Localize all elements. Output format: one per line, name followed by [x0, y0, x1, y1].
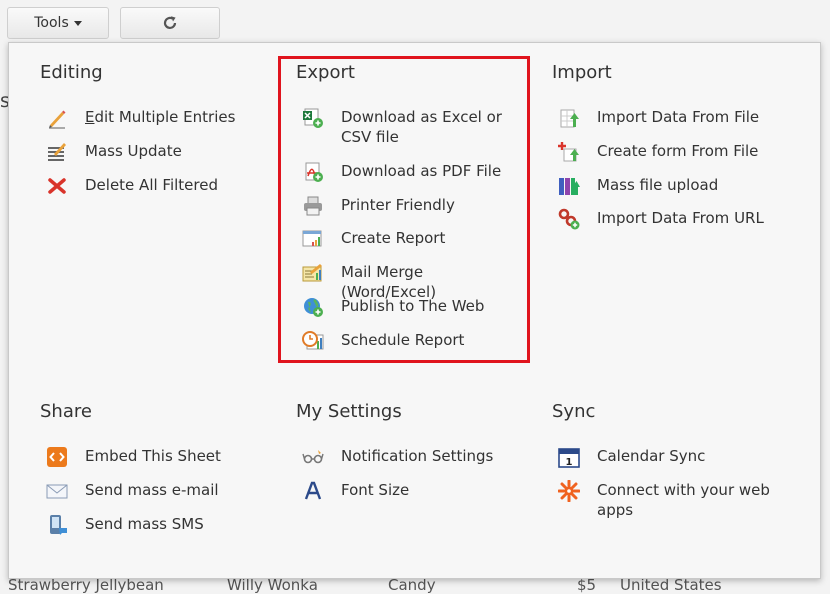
- sync-section: Sync 1 Calendar Sync Connect with your w…: [552, 401, 792, 541]
- pdf-icon: [302, 161, 324, 183]
- toolbar: Tools: [0, 0, 830, 42]
- edit-multiple-entries-item[interactable]: Edit Multiple Entries: [46, 107, 265, 129]
- tools-menu-button[interactable]: Tools: [7, 7, 109, 39]
- delete-all-filtered-item[interactable]: Delete All Filtered: [46, 175, 265, 197]
- font-size-label: Font Size: [341, 481, 410, 499]
- mail-merge-icon: [302, 262, 324, 284]
- create-form-icon: [558, 141, 580, 163]
- export-title: Export: [296, 62, 355, 83]
- create-report-item[interactable]: Create Report: [302, 228, 521, 250]
- calendar-sync-label: Calendar Sync: [597, 447, 706, 465]
- printer-icon: [302, 195, 324, 217]
- mass-file-upload-label: Mass file upload: [597, 176, 719, 194]
- embed-this-sheet-label: Embed This Sheet: [85, 447, 221, 465]
- connect-web-apps-label: Connect with your web apps: [597, 481, 770, 519]
- send-mass-email-label: Send mass e-mail: [85, 481, 219, 499]
- download-pdf-label: Download as PDF File: [341, 162, 502, 180]
- sync-title: Sync: [552, 401, 596, 422]
- send-mass-sms-label: Send mass SMS: [85, 515, 204, 533]
- publish-to-web-item[interactable]: Publish to The Web: [302, 296, 521, 318]
- create-report-label: Create Report: [341, 229, 446, 247]
- export-section: Export Download as Excel or CSV file Dow…: [296, 62, 526, 362]
- mass-update-label: Mass Update: [85, 142, 182, 160]
- schedule-report-icon: [302, 330, 324, 352]
- calendar-sync-item[interactable]: 1 Calendar Sync: [558, 446, 777, 468]
- download-excel-csv-item[interactable]: Download as Excel or CSV file: [302, 107, 521, 147]
- send-mass-sms-item[interactable]: Send mass SMS: [46, 514, 265, 536]
- mass-file-upload-item[interactable]: Mass file upload: [558, 175, 777, 197]
- url-link-icon: [558, 208, 580, 230]
- caret-down-icon: [73, 21, 82, 26]
- import-file-icon: [558, 107, 580, 129]
- email-icon: [46, 480, 68, 502]
- send-mass-email-item[interactable]: Send mass e-mail: [46, 480, 265, 502]
- pencil-icon: [46, 107, 68, 129]
- my-settings-title: My Settings: [296, 401, 402, 422]
- glasses-icon: [302, 446, 324, 468]
- sms-phone-icon: [46, 514, 68, 536]
- gear-burst-icon: [557, 479, 581, 503]
- refresh-button[interactable]: [120, 7, 220, 39]
- report-icon: [302, 228, 324, 250]
- create-form-from-file-label: Create form From File: [597, 142, 759, 160]
- share-title: Share: [40, 401, 92, 422]
- schedule-report-item[interactable]: Schedule Report: [302, 330, 521, 352]
- globe-icon: [302, 296, 324, 318]
- import-title: Import: [552, 62, 612, 83]
- font-size-item[interactable]: Font Size: [302, 480, 521, 502]
- import-data-from-file-item[interactable]: Import Data From File: [558, 107, 777, 129]
- import-data-from-url-item[interactable]: Import Data From URL: [558, 208, 777, 230]
- share-section: Share Embed This Sheet Send mass e-mail …: [40, 401, 280, 541]
- notification-settings-label: Notification Settings: [341, 447, 494, 465]
- import-data-from-url-label: Import Data From URL: [597, 209, 764, 227]
- font-a-icon: [302, 480, 324, 502]
- mass-upload-icon: [558, 175, 580, 197]
- my-settings-section: My Settings Notification Settings Font S…: [296, 401, 526, 511]
- mass-update-item[interactable]: Mass Update: [46, 141, 265, 163]
- printer-friendly-item[interactable]: Printer Friendly: [302, 195, 521, 217]
- import-data-from-file-label: Import Data From File: [597, 108, 760, 126]
- schedule-report-label: Schedule Report: [341, 331, 465, 349]
- embed-code-icon: [46, 446, 68, 468]
- connect-web-apps-item[interactable]: Connect with your web apps: [557, 479, 777, 520]
- publish-to-web-label: Publish to The Web: [341, 297, 485, 315]
- edit-multiple-entries-label: Edit Multiple Entries: [85, 108, 236, 126]
- tools-dropdown-menu: Editing Edit Multiple Entries Mass Updat…: [8, 42, 821, 579]
- tools-label: Tools: [34, 15, 69, 31]
- notification-settings-item[interactable]: Notification Settings: [302, 446, 521, 468]
- download-excel-csv-label: Download as Excel or CSV file: [341, 108, 502, 146]
- calendar-icon: 1: [558, 446, 580, 468]
- refresh-icon: [163, 16, 177, 29]
- download-pdf-item[interactable]: Download as PDF File: [302, 161, 521, 183]
- import-section: Import Import Data From File Create form…: [552, 62, 792, 232]
- embed-this-sheet-item[interactable]: Embed This Sheet: [46, 446, 265, 468]
- mass-update-icon: [46, 141, 68, 163]
- excel-icon: [302, 107, 324, 129]
- svg-text:1: 1: [566, 457, 573, 468]
- delete-all-filtered-label: Delete All Filtered: [85, 176, 218, 194]
- create-form-from-file-item[interactable]: Create form From File: [558, 141, 777, 163]
- printer-friendly-label: Printer Friendly: [341, 196, 455, 214]
- delete-x-icon: [46, 175, 68, 197]
- editing-title: Editing: [40, 62, 103, 83]
- editing-section: Editing Edit Multiple Entries Mass Updat…: [40, 62, 280, 202]
